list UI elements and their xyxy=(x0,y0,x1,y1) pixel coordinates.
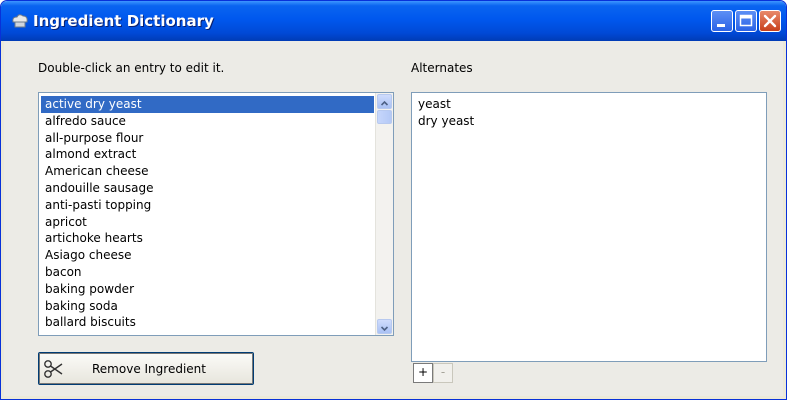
alternates-list[interactable]: yeast dry yeast xyxy=(411,92,767,362)
ingredient-list-item[interactable]: American cheese xyxy=(41,163,374,180)
scroll-thumb[interactable] xyxy=(377,110,392,124)
ingredient-list[interactable]: active dry yeast alfredo sauce all-purpose… xyxy=(38,92,394,336)
alternate-list-item[interactable]: yeast xyxy=(414,96,764,113)
chevron-up-icon xyxy=(380,100,389,106)
ingredient-list-item[interactable]: apricot xyxy=(41,214,374,231)
remove-alternate-button[interactable]: - xyxy=(433,363,453,383)
title-bar[interactable]: Ingredient Dictionary xyxy=(1,1,786,41)
instructions-label: Double-click an entry to edit it. xyxy=(38,61,225,75)
ingredient-list-item[interactable]: active dry yeast xyxy=(41,96,374,113)
alternate-list-item[interactable]: dry yeast xyxy=(414,113,764,130)
ingredient-list-item[interactable]: baking soda xyxy=(41,298,374,315)
chevron-down-icon xyxy=(380,326,389,332)
ingredient-list-item[interactable]: all-purpose flour xyxy=(41,130,374,147)
minimize-button[interactable] xyxy=(711,10,733,32)
ingredient-list-scrollbar[interactable] xyxy=(375,93,393,335)
ingredient-list-item[interactable]: anti-pasti topping xyxy=(41,197,374,214)
chef-hat-icon xyxy=(12,14,28,28)
maximize-button[interactable] xyxy=(735,10,757,32)
minimize-icon xyxy=(717,24,725,27)
ingredient-list-item[interactable]: andouille sausage xyxy=(41,180,374,197)
ingredient-list-item[interactable]: almond extract xyxy=(41,146,374,163)
close-button[interactable] xyxy=(759,10,781,32)
alternates-label: Alternates xyxy=(411,61,473,75)
ingredient-list-item[interactable]: ballard biscuits xyxy=(41,314,374,331)
ingredient-list-item[interactable]: artichoke hearts xyxy=(41,230,374,247)
scroll-down-button[interactable] xyxy=(377,319,392,334)
remove-ingredient-button[interactable]: Remove Ingredient xyxy=(38,352,254,385)
ingredient-list-item[interactable]: Asiago cheese xyxy=(41,247,374,264)
maximize-icon xyxy=(739,14,753,27)
ingredient-list-item[interactable]: bacon xyxy=(41,264,374,281)
ingredient-dictionary-window: Ingredient Dictionary Double-click an en… xyxy=(0,0,787,400)
remove-ingredient-label: Remove Ingredient xyxy=(92,362,206,376)
add-alternate-button[interactable]: + xyxy=(413,363,433,383)
window-title: Ingredient Dictionary xyxy=(33,12,214,30)
scroll-up-button[interactable] xyxy=(377,94,392,109)
scissors-icon xyxy=(44,360,63,378)
remove-alternate-label: - xyxy=(440,365,446,379)
add-alternate-label: + xyxy=(417,365,429,379)
ingredient-list-item[interactable]: baking powder xyxy=(41,281,374,298)
close-icon xyxy=(763,14,777,28)
ingredient-list-item[interactable]: alfredo sauce xyxy=(41,113,374,130)
client-area: Double-click an entry to edit it. Altern… xyxy=(4,41,783,396)
